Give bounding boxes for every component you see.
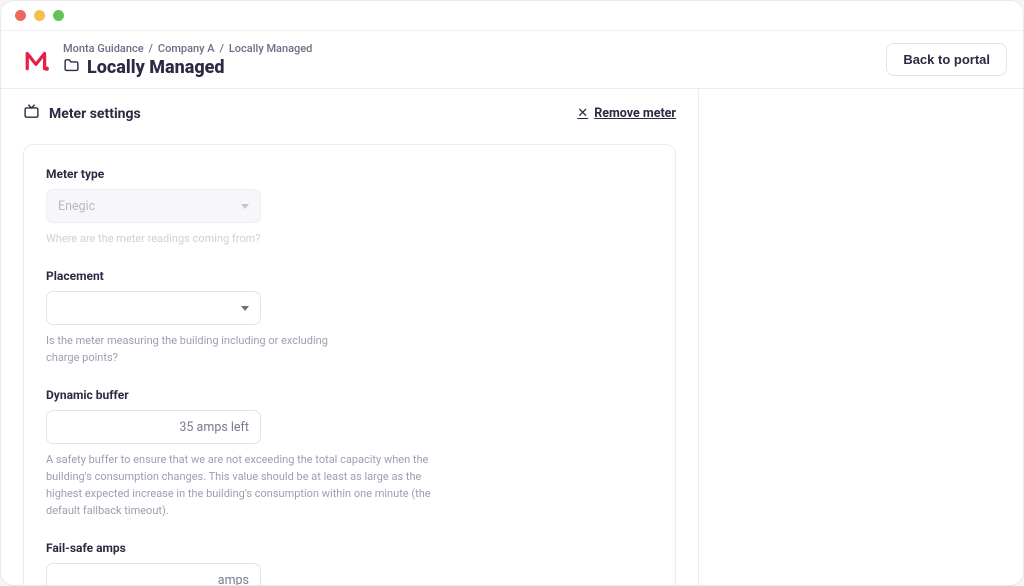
app-window: Monta Guidance / Company A / Locally Man… bbox=[0, 0, 1024, 586]
meter-type-help: Where are the meter readings coming from… bbox=[46, 230, 346, 247]
body-area: Meter settings ✕ Remove meter Meter type… bbox=[1, 89, 1023, 586]
meter-type-value: Enegic bbox=[58, 199, 95, 214]
window-close-dot[interactable] bbox=[15, 10, 26, 21]
breadcrumb-root[interactable]: Monta Guidance bbox=[63, 42, 144, 55]
back-to-portal-button[interactable]: Back to portal bbox=[886, 43, 1007, 76]
app-header: Monta Guidance / Company A / Locally Man… bbox=[1, 31, 1023, 89]
page-title: Locally Managed bbox=[87, 57, 225, 78]
section-title: Meter settings bbox=[23, 103, 141, 124]
window-titlebar bbox=[1, 1, 1023, 31]
folder-icon bbox=[63, 57, 80, 78]
chevron-down-icon bbox=[241, 204, 249, 209]
main-column: Meter settings ✕ Remove meter Meter type… bbox=[1, 89, 699, 586]
chevron-down-icon bbox=[241, 306, 249, 311]
dynamic-buffer-help: A safety buffer to ensure that we are no… bbox=[46, 451, 441, 519]
placement-select[interactable] bbox=[46, 291, 261, 325]
meter-type-select[interactable]: Enegic bbox=[46, 189, 261, 223]
section-title-text: Meter settings bbox=[49, 106, 141, 122]
remove-meter-link[interactable]: ✕ Remove meter bbox=[577, 106, 676, 121]
breadcrumb-leaf: Locally Managed bbox=[229, 42, 313, 55]
placement-field: Placement Is the meter measuring the bui… bbox=[46, 269, 261, 366]
window-minimize-dot[interactable] bbox=[34, 10, 45, 21]
close-icon: ✕ bbox=[577, 106, 588, 121]
dynamic-buffer-suffix: 35 amps left bbox=[179, 420, 249, 435]
failsafe-field: Fail-safe amps amps How many amps are av… bbox=[46, 541, 261, 586]
page-title-row: Locally Managed bbox=[63, 57, 312, 78]
placement-help: Is the meter measuring the building incl… bbox=[46, 332, 346, 366]
section-header: Meter settings ✕ Remove meter bbox=[23, 103, 676, 124]
dynamic-buffer-input[interactable]: 35 amps left bbox=[46, 410, 261, 444]
failsafe-unit: amps bbox=[218, 573, 249, 586]
meter-type-label: Meter type bbox=[46, 167, 261, 181]
breadcrumb-mid[interactable]: Company A bbox=[158, 42, 215, 55]
brand-logo-icon bbox=[23, 46, 51, 74]
breadcrumb-title-block: Monta Guidance / Company A / Locally Man… bbox=[63, 42, 312, 78]
placement-label: Placement bbox=[46, 269, 261, 283]
breadcrumb-sep: / bbox=[149, 42, 153, 55]
dynamic-buffer-field: Dynamic buffer 35 amps left A safety buf… bbox=[46, 388, 261, 519]
remove-meter-label: Remove meter bbox=[594, 106, 676, 121]
meter-type-field: Meter type Enegic Where are the meter re… bbox=[46, 167, 261, 247]
breadcrumb-sep: / bbox=[220, 42, 224, 55]
side-column bbox=[699, 89, 1023, 586]
tv-icon bbox=[23, 103, 40, 124]
header-left: Monta Guidance / Company A / Locally Man… bbox=[23, 42, 312, 78]
window-zoom-dot[interactable] bbox=[53, 10, 64, 21]
settings-card: Meter type Enegic Where are the meter re… bbox=[23, 144, 676, 586]
breadcrumb: Monta Guidance / Company A / Locally Man… bbox=[63, 42, 312, 55]
failsafe-input[interactable]: amps bbox=[46, 563, 261, 586]
failsafe-label: Fail-safe amps bbox=[46, 541, 261, 555]
dynamic-buffer-label: Dynamic buffer bbox=[46, 388, 261, 402]
